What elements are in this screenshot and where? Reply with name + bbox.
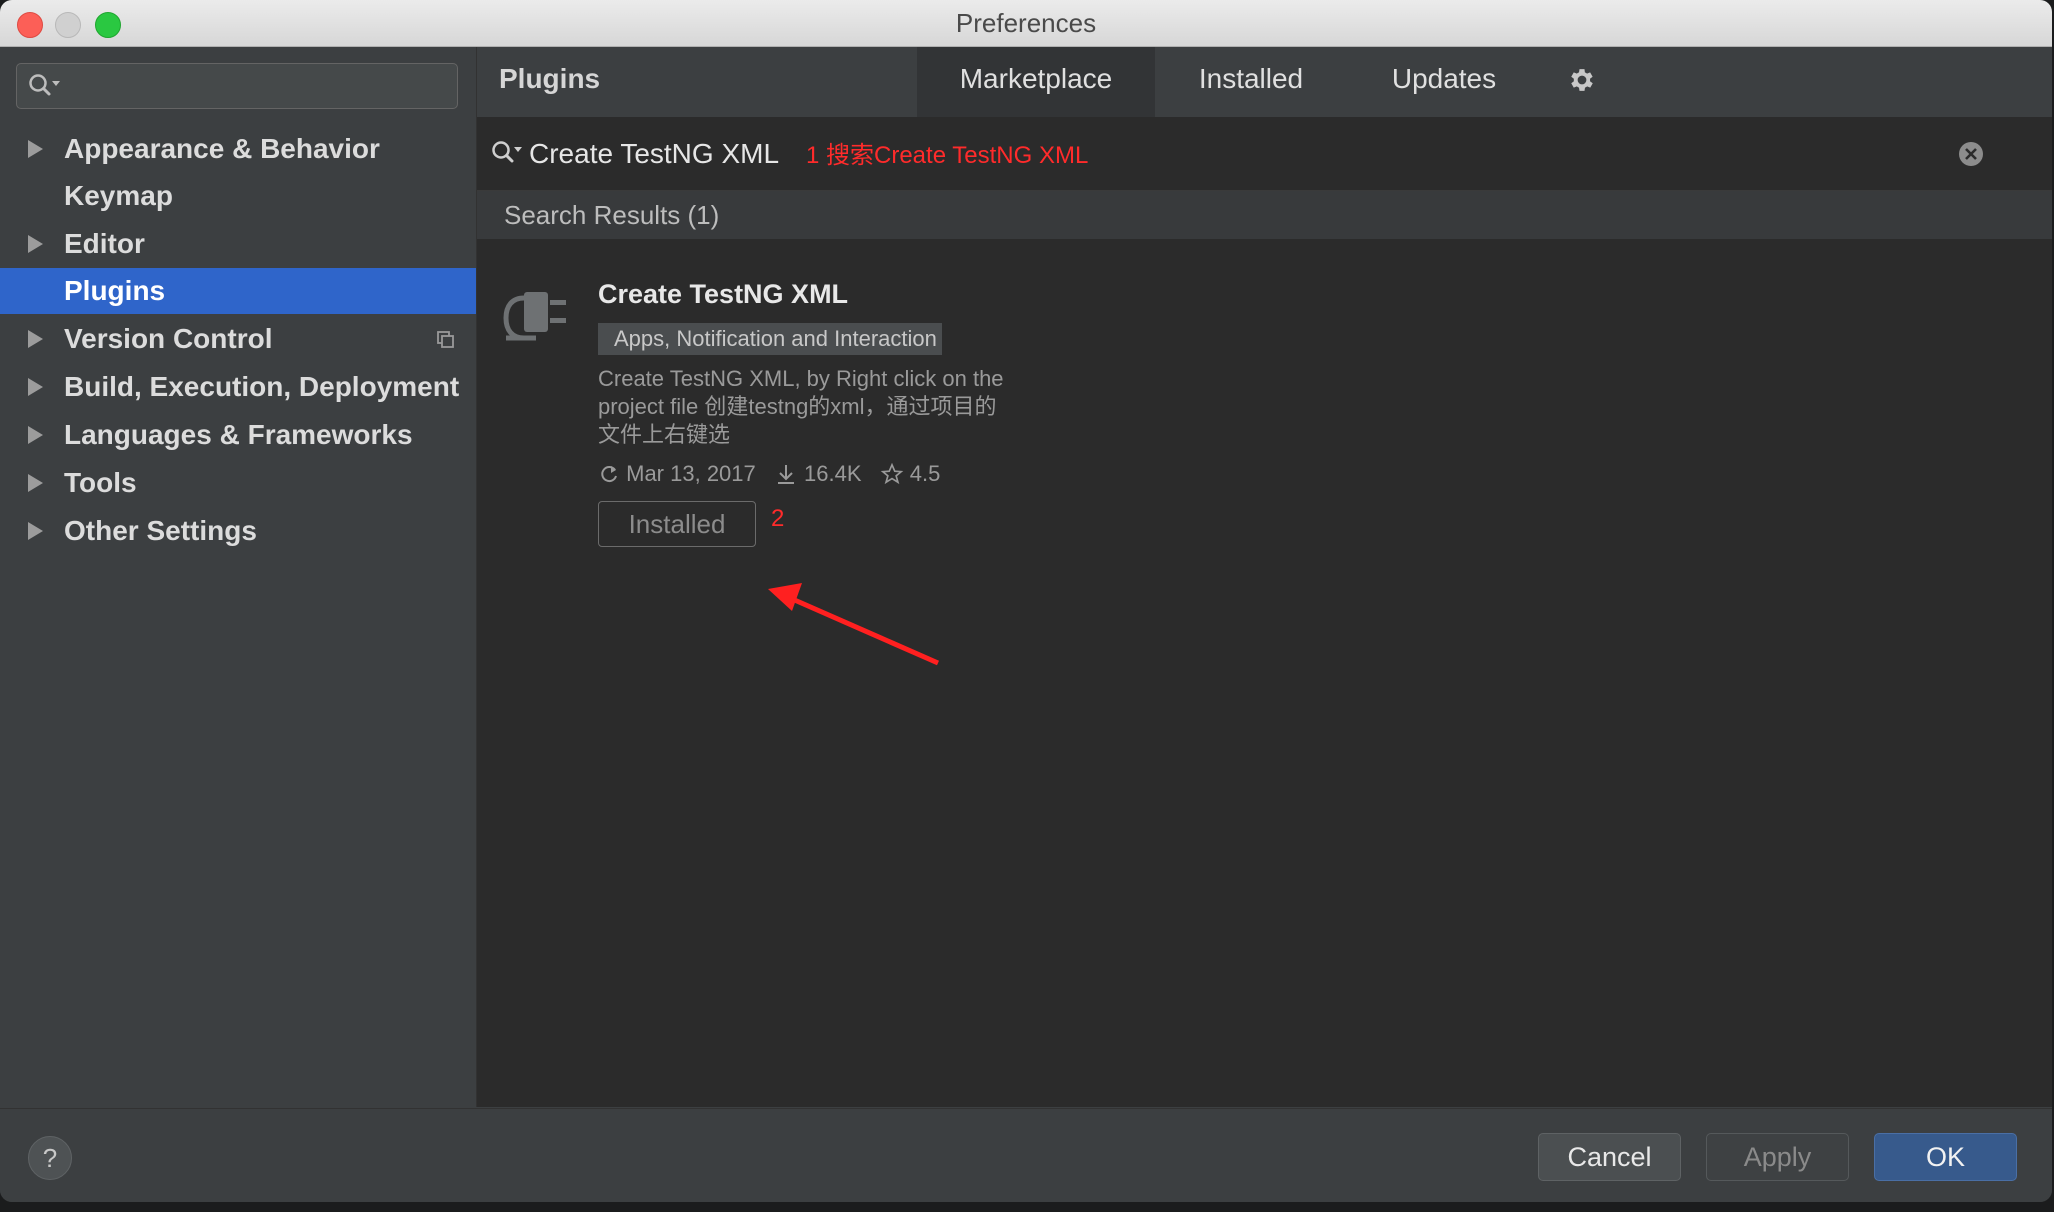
sidebar-item-label: Appearance & Behavior: [64, 133, 380, 164]
search-results-header: Search Results (1): [477, 191, 2052, 239]
apply-button[interactable]: Apply: [1706, 1133, 1849, 1181]
sidebar-item-languages-frameworks[interactable]: Languages & Frameworks: [0, 412, 476, 458]
plugin-plug-icon: [503, 292, 566, 341]
tab-installed[interactable]: Installed: [1155, 47, 1347, 117]
plugin-name[interactable]: Create TestNG XML: [598, 279, 848, 310]
settings-sidebar: Appearance & Behavior Keymap Editor Plug…: [0, 47, 477, 1107]
search-results-label: Search Results (1): [504, 200, 720, 230]
plugin-category-badge: Apps, Notification and Interaction: [598, 323, 942, 355]
plugin-description: Create TestNG XML, by Right click on the…: [598, 366, 1004, 447]
sidebar-item-other-settings[interactable]: Other Settings: [0, 508, 476, 554]
annotation-arrow-icon: [768, 583, 940, 666]
dialog-footer: ? Cancel Apply OK: [0, 1108, 2052, 1202]
page-title: Plugins: [499, 63, 601, 94]
gear-icon[interactable]: [1567, 65, 1597, 95]
sidebar-item-appearance-behavior[interactable]: Appearance & Behavior: [0, 126, 476, 172]
expand-arrow-icon[interactable]: [28, 140, 43, 158]
tab-updates[interactable]: Updates: [1347, 47, 1541, 117]
plugins-header: Plugins Marketplace Installed Updates: [477, 47, 2052, 118]
window-title: Preferences: [955, 8, 1097, 38]
installed-button[interactable]: Installed: [598, 501, 756, 547]
annotation-step-1: 1 搜索Create TestNG XML: [806, 142, 1089, 169]
expand-arrow-icon[interactable]: [28, 474, 43, 492]
sidebar-item-label: Version Control: [64, 323, 273, 354]
clear-search-icon[interactable]: [1957, 140, 1985, 168]
expand-arrow-icon[interactable]: [28, 378, 43, 396]
refresh-icon: [601, 466, 617, 483]
sidebar-item-build-execution-deployment[interactable]: Build, Execution, Deployment: [0, 364, 476, 410]
tab-marketplace[interactable]: Marketplace: [917, 47, 1155, 117]
expand-arrow-icon[interactable]: [28, 235, 43, 253]
plugin-search-input[interactable]: Create TestNG XML 1 搜索Create TestNG XML: [477, 117, 2052, 191]
expand-arrow-icon[interactable]: [28, 330, 43, 348]
sidebar-item-editor[interactable]: Editor: [0, 221, 476, 267]
plugins-panel: Plugins Marketplace Installed Updates Cr…: [477, 47, 2052, 1107]
sidebar-item-label: Plugins: [64, 275, 166, 306]
title-bar: Preferences: [0, 0, 2052, 47]
sidebar-item-label: Keymap: [64, 180, 173, 211]
sidebar-item-keymap[interactable]: Keymap: [0, 173, 476, 219]
expand-arrow-icon[interactable]: [28, 426, 43, 444]
sidebar-item-label: Editor: [64, 228, 145, 259]
sidebar-item-label: Tools: [64, 467, 137, 498]
star-icon: [880, 462, 903, 485]
search-icon: [492, 141, 522, 163]
sidebar-item-label: Build, Execution, Deployment: [64, 371, 460, 402]
project-settings-icon: [437, 331, 454, 348]
sidebar-item-plugins[interactable]: Plugins: [0, 268, 476, 314]
ok-button[interactable]: OK: [1874, 1133, 2017, 1181]
sidebar-item-label: Other Settings: [64, 515, 257, 546]
plugin-meta: Mar 13, 2017 16.4K 4.5: [598, 460, 940, 487]
sidebar-item-tools[interactable]: Tools: [0, 460, 476, 506]
sidebar-item-version-control[interactable]: Version Control: [0, 316, 476, 362]
sidebar-item-label: Languages & Frameworks: [64, 419, 413, 450]
plugin-downloads: 16.4K: [804, 461, 862, 487]
annotation-step-2: 2: [771, 505, 785, 532]
settings-search-input[interactable]: [16, 63, 458, 109]
search-query-text[interactable]: Create TestNG XML: [529, 117, 779, 190]
cancel-button[interactable]: Cancel: [1538, 1133, 1681, 1181]
plugin-date: Mar 13, 2017: [626, 461, 756, 487]
search-icon: [29, 74, 60, 96]
expand-arrow-icon[interactable]: [28, 522, 43, 540]
help-button[interactable]: ?: [28, 1136, 72, 1180]
plugin-rating: 4.5: [909, 461, 941, 487]
download-icon: [777, 465, 794, 485]
preferences-window: Preferences Appearance & Behavior Keymap…: [0, 0, 2052, 1202]
